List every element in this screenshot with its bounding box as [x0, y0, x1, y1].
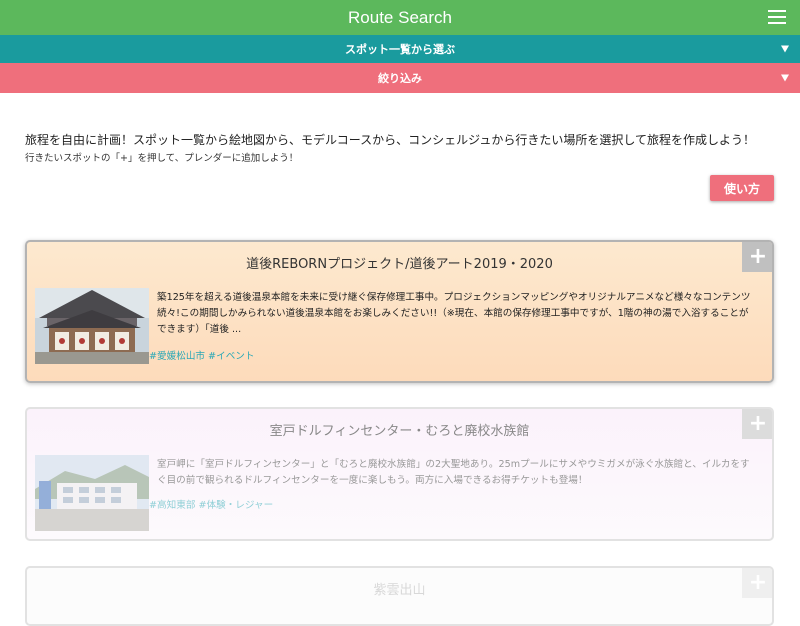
intro-subtext: 行きたいスポットの「+」を押して、プレンダーに追加しよう！: [25, 153, 299, 164]
spot-list-label: スポット一覧から選ぶ: [345, 43, 455, 56]
spot-card[interactable]: 道後REBORNプロジェクト/道後アート2019・2020 + 築125年を超え…: [25, 240, 774, 383]
spot-description: 室戸岬に「室戸ドルフィンセンター」と「むろと廃校水族館」の2大聖地あり。25mプ…: [157, 459, 750, 486]
spot-card[interactable]: 室戸ドルフィンセンター・むろと廃校水族館 + 室戸岬に「室戸ドルフィンセンター」…: [25, 407, 774, 541]
spot-list-dropdown[interactable]: スポット一覧から選ぶ: [0, 35, 800, 63]
intro-text: 旅程を自由に計画！スポット一覧から絵地図から、モデルコースから、コンシェルジュか…: [25, 133, 755, 147]
spot-title: 室戸ドルフィンセンター・むろと廃校水族館: [269, 424, 530, 439]
add-spot-button[interactable]: +: [742, 242, 772, 272]
narrow-label: 絞り込み: [378, 72, 422, 85]
app-header: Route Search: [0, 0, 800, 35]
hamburger-icon[interactable]: [768, 10, 786, 24]
app-title: Route Search: [348, 7, 452, 27]
narrow-dropdown[interactable]: 絞り込み: [0, 63, 800, 93]
howto-button[interactable]: 使い方: [710, 175, 774, 201]
add-spot-button[interactable]: +: [742, 568, 772, 598]
spot-image: [35, 288, 149, 364]
add-spot-button[interactable]: +: [742, 409, 772, 439]
spot-tags[interactable]: #高知東部 #体験・レジャー: [149, 497, 273, 511]
spot-title: 道後REBORNプロジェクト/道後アート2019・2020: [246, 257, 553, 272]
spot-tags[interactable]: #愛媛松山市 #イベント: [149, 348, 254, 362]
caret-down-icon: [781, 74, 789, 82]
spot-title: 紫雲出山: [373, 583, 426, 598]
spot-description: 築125年を超える道後温泉本館を未来に受け継ぐ保存修理工事中。プロジェクションマ…: [157, 292, 751, 335]
spot-image: [35, 455, 149, 531]
caret-down-icon: [781, 45, 789, 53]
spot-card[interactable]: 紫雲出山 +: [25, 566, 774, 626]
